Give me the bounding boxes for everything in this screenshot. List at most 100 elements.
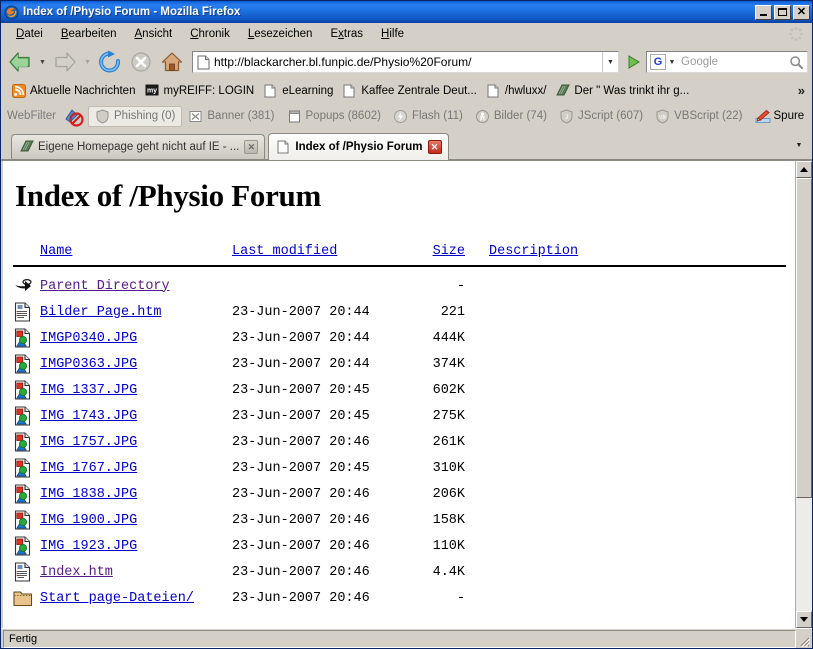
url-bar[interactable]: http://blackarcher.bl.funpic.de/Physio%2… <box>192 51 619 73</box>
menu-bearbeiten[interactable]: Bearbeiten <box>52 26 126 42</box>
tab-close-icon[interactable]: ✕ <box>244 140 259 154</box>
bookmark-was-trinkt-ihr[interactable]: Der " Was trinkt ihr g... <box>553 83 696 99</box>
scrollbar-track[interactable] <box>796 178 812 611</box>
menu-ansicht-rest: nsicht <box>142 27 173 40</box>
file-link[interactable]: Start page-Dateien/ <box>40 591 194 606</box>
file-link[interactable]: Index.htm <box>40 565 113 580</box>
jscript-icon: J <box>559 108 574 124</box>
tab-close-icon[interactable]: ✕ <box>427 140 442 154</box>
file-link[interactable]: IMGP0340.JPG <box>40 331 137 346</box>
rss-icon <box>12 83 26 98</box>
menu-chronik[interactable]: Chronik <box>181 26 239 42</box>
image-file-icon <box>13 484 33 504</box>
column-header-size[interactable]: Size <box>407 244 465 259</box>
reload-button[interactable] <box>95 47 125 77</box>
table-row: IMG 1767.JPG 23-Jun-2007 20:45 310K <box>13 455 795 481</box>
search-bar[interactable]: G ▼ Google <box>646 51 808 73</box>
webfilter-item-vbscript[interactable]: VB VBScript (22) <box>649 107 748 126</box>
search-engine-dropdown-icon[interactable]: ▼ <box>666 59 678 66</box>
menu-lesezeichen[interactable]: Lesezeichen <box>239 26 322 42</box>
page-icon <box>264 84 278 98</box>
column-header-size-link[interactable]: Size <box>433 244 465 259</box>
column-header-last-modified-link[interactable]: Last modified <box>232 244 337 259</box>
webfilter-item-phishing[interactable]: Phishing (0) <box>88 105 183 127</box>
table-row: IMG 1923.JPG 23-Jun-2007 20:46 110K <box>13 533 795 559</box>
svg-text:J: J <box>565 115 568 121</box>
bookmarks-overflow-icon[interactable]: » <box>798 83 805 98</box>
my-badge-icon: my <box>145 84 159 98</box>
resize-grip-icon[interactable] <box>796 633 811 648</box>
bookmark-myreiff-login[interactable]: my myREIFF: LOGIN <box>142 83 261 99</box>
row-size-cell: 602K <box>432 382 465 398</box>
scroll-up-button[interactable] <box>796 161 812 178</box>
maximize-button[interactable] <box>774 4 791 20</box>
menu-extras[interactable]: Extras <box>321 26 372 42</box>
bookmark-aktuelle-nachrichten[interactable]: Aktuelle Nachrichten <box>9 83 142 99</box>
go-button[interactable] <box>623 51 645 73</box>
bookmark-kaffee-zentrale[interactable]: Kaffee Zentrale Deut... <box>340 83 484 99</box>
back-button[interactable] <box>5 47 35 77</box>
tab-eigene-homepage[interactable]: Eigene Homepage geht nicht auf IE - ... … <box>11 134 266 159</box>
scroll-down-button[interactable] <box>796 611 812 628</box>
webfilter-item-label: JScript (607) <box>577 110 644 122</box>
back-dropdown-icon[interactable]: ▼ <box>36 47 49 77</box>
file-link[interactable]: IMG 1743.JPG <box>40 409 137 424</box>
file-link[interactable]: IMG 1337.JPG <box>40 383 137 398</box>
row-date-cell: 23-Jun-2007 20:46 <box>232 434 370 450</box>
webfilter-item-label: Phishing (0) <box>114 110 176 122</box>
webfilter-item-banner[interactable]: Banner (381) <box>182 107 280 126</box>
menu-datei[interactable]: Datei <box>7 26 52 42</box>
webfilter-item-jscript[interactable]: J JScript (607) <box>553 107 649 126</box>
bookmark-hwluxx[interactable]: /hwluxx/ <box>484 83 554 99</box>
bookmark-elearning[interactable]: eLearning <box>261 83 340 99</box>
webfilter-item-spuren[interactable]: Spure <box>749 107 811 126</box>
webfilter-item-bilder[interactable]: Bilder (74) <box>469 107 553 126</box>
column-header-last-modified[interactable]: Last modified <box>232 244 407 259</box>
column-header-name[interactable]: Name <box>40 244 232 259</box>
webfilter-block-icon[interactable] <box>62 105 84 127</box>
row-size-cell: 158K <box>432 512 465 528</box>
scrollbar-thumb[interactable] <box>796 178 812 499</box>
row-date-cell: 23-Jun-2007 20:46 <box>232 564 370 580</box>
table-row: Parent Directory - <box>13 273 795 299</box>
tab-list-dropdown-icon[interactable]: ▼ <box>790 135 808 155</box>
row-date-cell: 23-Jun-2007 20:46 <box>232 512 370 528</box>
tab-index-of-physio-forum[interactable]: Index of /Physio Forum ✕ <box>268 133 449 160</box>
webfilter-item-popups[interactable]: Popups (8602) <box>281 107 387 126</box>
webfilter-item-flash[interactable]: Flash (11) <box>387 107 469 126</box>
menu-ansicht[interactable]: Ansicht <box>126 26 182 42</box>
menu-lesezeichen-rest: esezeichen <box>254 27 313 40</box>
column-header-name-link[interactable]: Name <box>40 244 72 259</box>
url-dropdown-icon[interactable]: ▼ <box>602 52 618 72</box>
url-text[interactable]: http://blackarcher.bl.funpic.de/Physio%2… <box>214 55 602 69</box>
webfilter-label: WebFilter <box>7 110 56 122</box>
home-button[interactable] <box>157 47 187 77</box>
close-button[interactable]: ✕ <box>793 4 810 20</box>
bookmark-label: Der " Was trinkt ihr g... <box>574 84 690 97</box>
bookmark-label: eLearning <box>282 84 334 97</box>
vertical-scrollbar[interactable] <box>795 161 812 628</box>
file-link[interactable]: Parent Directory <box>40 279 170 294</box>
file-link[interactable]: IMG 1838.JPG <box>40 487 137 502</box>
file-link[interactable]: IMG 1900.JPG <box>40 513 137 528</box>
row-size-cell: 275K <box>432 408 465 424</box>
column-header-description[interactable]: Description <box>465 244 795 259</box>
menu-hilfe-rest: ilfe <box>389 27 405 40</box>
table-row: IMG 1838.JPG 23-Jun-2007 20:46 206K <box>13 481 795 507</box>
image-file-icon <box>13 536 33 556</box>
menu-hilfe[interactable]: Hilfe <box>372 26 413 42</box>
search-input[interactable]: Google <box>678 56 785 68</box>
table-row: IMG 1900.JPG 23-Jun-2007 20:46 158K <box>13 507 795 533</box>
minimize-button[interactable] <box>755 4 772 20</box>
column-header-description-link[interactable]: Description <box>489 244 578 259</box>
file-link[interactable]: IMGP0363.JPG <box>40 357 137 372</box>
google-logo-icon[interactable]: G <box>650 54 666 70</box>
directory-listing: Name Last modified Size Description Pare… <box>13 240 795 611</box>
row-date-cell: 23-Jun-2007 20:45 <box>232 460 370 476</box>
file-link[interactable]: IMG 1767.JPG <box>40 461 137 476</box>
file-link[interactable]: IMG 1923.JPG <box>40 539 137 554</box>
row-size-cell: 4.4K <box>432 564 465 580</box>
file-link[interactable]: Bilder Page.htm <box>40 305 162 320</box>
search-magnifier-icon[interactable] <box>785 55 807 70</box>
file-link[interactable]: IMG 1757.JPG <box>40 435 137 450</box>
